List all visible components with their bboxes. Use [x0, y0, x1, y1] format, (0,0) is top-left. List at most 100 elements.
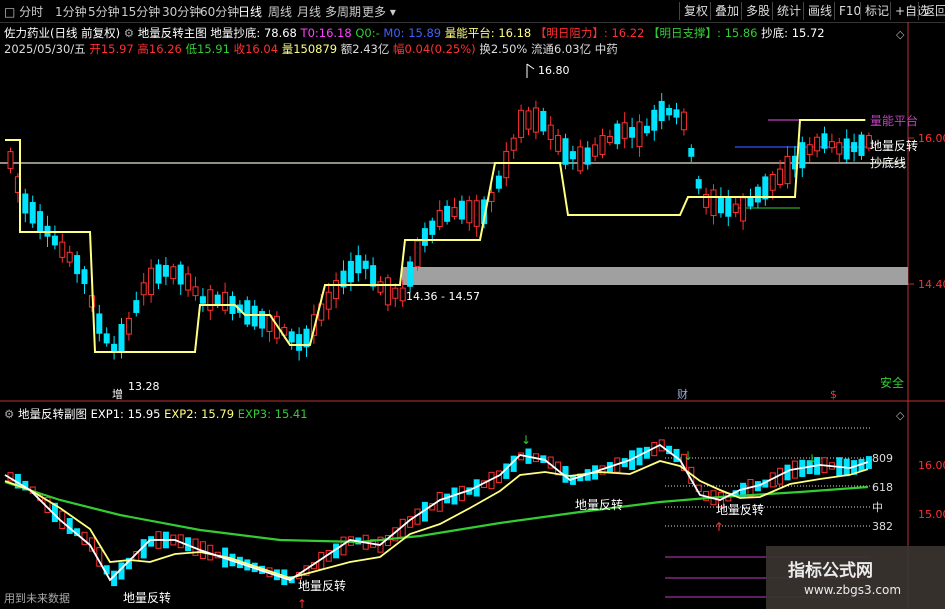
candle-body — [251, 305, 258, 327]
candle-body — [725, 196, 732, 217]
candle-body — [177, 264, 184, 285]
collapse-icon[interactable]: ◇ — [896, 28, 905, 41]
dlfz-label-3: 地量反转 — [575, 497, 623, 512]
level-809: 809 — [872, 452, 893, 465]
candle-body — [222, 291, 229, 311]
dlfz-label-4: 地量反转 — [716, 502, 764, 517]
candle-body — [599, 135, 606, 155]
candle-body — [96, 313, 103, 334]
candle-body — [747, 197, 754, 207]
candle-body — [296, 334, 303, 351]
tag-cai: 财 — [677, 387, 688, 401]
candle-body — [754, 186, 761, 203]
exp2-line — [4, 460, 869, 579]
candle-body — [185, 273, 192, 291]
candle-body — [148, 267, 155, 296]
watermark-url: www.zbgs3.com — [804, 583, 902, 597]
low-annotation: 13.28 — [128, 380, 160, 393]
candle-body — [777, 168, 784, 186]
candle-body — [81, 269, 88, 285]
candle-body — [407, 261, 414, 287]
candle-body — [525, 110, 532, 130]
candle-body — [399, 287, 406, 302]
candle-body — [384, 277, 391, 306]
candle-body — [688, 148, 695, 157]
candle-body — [784, 155, 791, 185]
candle-body — [214, 294, 221, 306]
high-annotation: 16.80 — [538, 64, 570, 77]
sub-tick-1600: 16.00 — [918, 459, 945, 472]
kline-chart[interactable]: 16.00 14.40 16.00 15.00 16.80 13.28 14.3… — [0, 0, 945, 609]
candle-body — [621, 122, 628, 139]
candle-body — [762, 176, 769, 200]
sub-tick-1500: 15.00 — [918, 508, 945, 521]
candle-body — [858, 134, 865, 156]
buy-arrow-icon: ↑ — [297, 597, 307, 609]
collapse-icon[interactable]: ◇ — [896, 409, 905, 422]
candle-body — [429, 220, 436, 235]
watermark: 指标公式网 www.zbgs3.com — [766, 546, 945, 609]
candle-body — [199, 296, 206, 304]
candle-body — [111, 343, 118, 352]
candle-body — [673, 109, 680, 118]
candle-body — [155, 264, 162, 284]
candle-body — [851, 142, 858, 153]
candle-body — [643, 125, 650, 134]
tag-anquan: 安全 — [880, 375, 904, 390]
candle-body — [562, 138, 569, 165]
candle-body — [651, 109, 658, 131]
candle-body — [695, 179, 702, 189]
candle-body — [606, 135, 613, 143]
candle-body — [362, 260, 369, 269]
sell-arrow-icon: ↓ — [807, 452, 817, 466]
candle-body — [22, 193, 29, 214]
future-data-note: 用到未来数据 — [4, 591, 70, 605]
sell-arrow-icon: ↓ — [521, 433, 531, 447]
candle-body — [799, 142, 806, 169]
candle-body — [769, 173, 776, 191]
candle-body — [473, 200, 480, 227]
candle-body — [347, 260, 354, 283]
range-annotation: 14.36 - 14.57 — [406, 290, 480, 303]
candle-body — [555, 134, 562, 152]
candle-body — [740, 197, 747, 222]
candle-body — [532, 107, 539, 133]
candle-body — [162, 264, 169, 277]
candle-body — [732, 203, 739, 213]
candle-body — [37, 211, 44, 233]
candle-body — [503, 150, 510, 179]
candle-body — [421, 228, 428, 246]
candle-body — [444, 205, 451, 222]
candle-body — [710, 189, 717, 217]
candle-body — [828, 141, 835, 149]
candle-body — [370, 265, 377, 287]
candles-group — [7, 92, 872, 361]
platform-step-line — [5, 119, 865, 353]
candle-body — [392, 287, 399, 299]
candle-body — [170, 266, 177, 280]
level-382: 382 — [872, 520, 893, 533]
candle-body — [436, 209, 443, 228]
candle-body — [540, 110, 547, 132]
sell-arrow-icon: ↓ — [683, 449, 693, 463]
candle-body — [843, 138, 850, 160]
support-zone — [402, 267, 908, 285]
candle-body — [717, 195, 724, 214]
label-lnpt: 量能平台 — [870, 113, 918, 128]
level-618: 618 — [872, 481, 893, 494]
candle-body — [592, 144, 599, 157]
dlfz-label-1: 地量反转 — [123, 590, 171, 605]
candle-body — [451, 207, 458, 217]
candle-body — [629, 127, 636, 138]
candle-body — [569, 151, 576, 160]
candle-body — [140, 282, 147, 296]
candle-body — [377, 281, 384, 293]
dlfz-label-2: 地量反转 — [298, 578, 346, 593]
candle-body — [510, 137, 517, 151]
candle-body — [355, 255, 362, 274]
candle-body — [414, 240, 421, 268]
main-tick-1600: 16.00 — [918, 132, 945, 145]
label-dlfz: 地量反转 — [870, 138, 918, 153]
watermark-title: 指标公式网 — [788, 561, 873, 581]
label-cdx: 抄底线 — [870, 155, 906, 170]
